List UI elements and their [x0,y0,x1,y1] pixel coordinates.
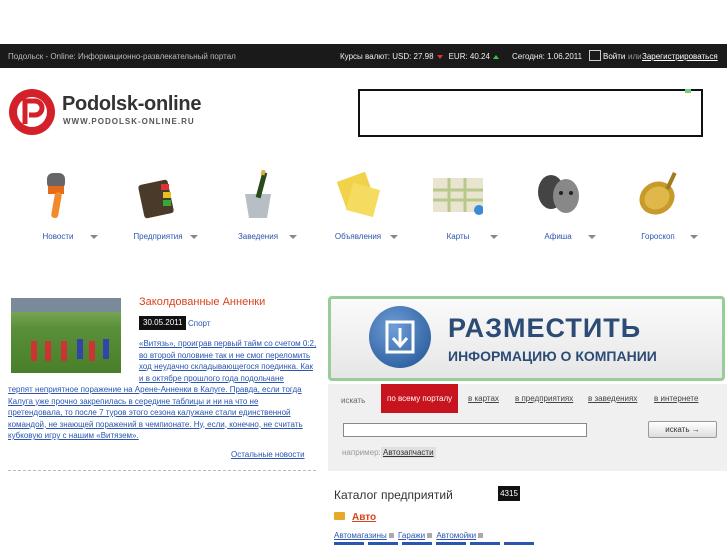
nav-news[interactable]: Новости [8,168,108,248]
category-auto-link[interactable]: Авто [352,512,376,523]
nav-horoscope[interactable]: Гороскоп [608,168,708,248]
login-link[interactable]: Войти [603,52,625,61]
image-player [77,339,83,359]
today-date: Сегодня: 1.06.2011 [512,52,583,61]
chevron-down-icon[interactable] [390,235,398,239]
tab-label: в заведениях [588,394,638,403]
usd-rate: USD: 27.98 [392,52,434,61]
main-nav: Новости Предприятия Заведения Объявления… [0,168,727,248]
divider [8,470,316,471]
tab-maps[interactable]: в картах [468,384,499,413]
image-stands [11,298,121,312]
bullet-icon [478,533,484,539]
news-category[interactable]: Спорт [188,319,211,328]
image-player [45,341,51,361]
chevron-down-icon[interactable] [190,235,198,239]
down-arrow-icon [436,54,443,59]
tab-label: в предприятиях [515,394,574,403]
eur-rate: EUR: 40.24 [448,52,490,61]
catalog-title: Каталог предприятий [334,488,453,502]
up-arrow-icon [492,54,499,59]
login-icon[interactable] [589,50,601,61]
map-icon [433,178,483,215]
chevron-down-icon[interactable] [90,235,98,239]
tab-whole-portal[interactable]: по всему порталу [381,384,459,413]
folder-icon [334,512,345,520]
tab-internet[interactable]: в интернете [654,384,698,413]
other-news-link[interactable]: Остальные новости [231,450,305,459]
nav-companies[interactable]: Предприятия [108,168,208,248]
nav-ads[interactable]: Объявления [308,168,408,248]
top-strip [0,0,727,44]
sticky-notes-icon [336,171,381,218]
site-description: Подольск - Online: Информационно-развлек… [8,52,236,61]
search-button[interactable]: искать → [648,421,717,438]
register-link[interactable]: Зарегистрироваться [642,52,718,61]
add-company-banner[interactable]: РАЗМЕСТИТЬ ИНФОРМАЦИЮ О КОМПАНИИ [328,296,725,381]
bullet-icon [427,533,433,539]
rates-label: Курсы валют: [340,52,390,61]
subcategory-list: Автомагазины Гаражи Автомойки [334,531,485,540]
ad-banner[interactable] [358,89,703,137]
news-text[interactable]: «Витязь», проиграв первый тайм со счетом… [139,338,317,384]
search-label: искать [341,396,366,405]
currency-rates: Курсы валют: USD: 27.98 EUR: 40.24 [340,52,505,61]
zodiac-coin-icon [639,171,677,215]
chevron-down-icon[interactable] [289,235,297,239]
search-panel: искать по всему порталу в картах в предп… [328,384,727,471]
subcategory-link[interactable]: Автомагазины [334,531,387,540]
banner-indicator [685,89,691,93]
chevron-down-icon[interactable] [588,235,596,239]
image-player [31,341,37,361]
nav-maps[interactable]: Карты [408,168,508,248]
tab-label: в интернете [654,394,699,403]
subcategory-link[interactable]: Гаражи [398,531,425,540]
champagne-bucket-icon [245,170,271,218]
logo-icon[interactable] [8,88,56,136]
example-label: например: [342,448,381,457]
promo-subtitle: ИНФОРМАЦИЮ О КОМПАНИИ [448,348,657,364]
theater-masks-icon [538,175,579,213]
news-date: 30.05.2011 [139,316,187,330]
download-box-icon [369,306,431,368]
chevron-down-icon[interactable] [490,235,498,239]
top-bar: Подольск - Online: Информационно-развлек… [0,44,727,68]
promo-title: РАЗМЕСТИТЬ [448,313,642,343]
image-player [61,341,67,361]
microphone-icon [47,173,65,219]
bullet-icon [388,533,394,539]
organizer-icon [138,179,174,219]
news-image[interactable] [11,298,121,373]
catalog-count-badge: 4315 [498,486,520,501]
logo-url: WWW.PODOLSK-ONLINE.RU [63,117,195,126]
nav-events[interactable]: Афиша [508,168,608,248]
tab-companies[interactable]: в предприятиях [515,384,573,413]
tab-label: по всему порталу [387,394,453,403]
or-text: или [628,52,642,61]
search-input[interactable] [343,423,587,437]
tab-venues[interactable]: в заведениях [588,384,637,413]
news-title[interactable]: Заколдованные Анненки [139,296,265,308]
news-text-continued[interactable]: терпят неприятное поражение на Арене-Анн… [8,384,308,442]
nav-venues[interactable]: Заведения [208,168,308,248]
subcategory-link[interactable]: Автомойки [436,531,476,540]
logo-title[interactable]: Podolsk-online [62,93,201,116]
chevron-down-icon[interactable] [690,235,698,239]
image-player [103,339,109,359]
example-link[interactable]: Автозапчасти [381,447,436,458]
tab-label: в картах [468,394,499,403]
image-player [89,341,95,361]
